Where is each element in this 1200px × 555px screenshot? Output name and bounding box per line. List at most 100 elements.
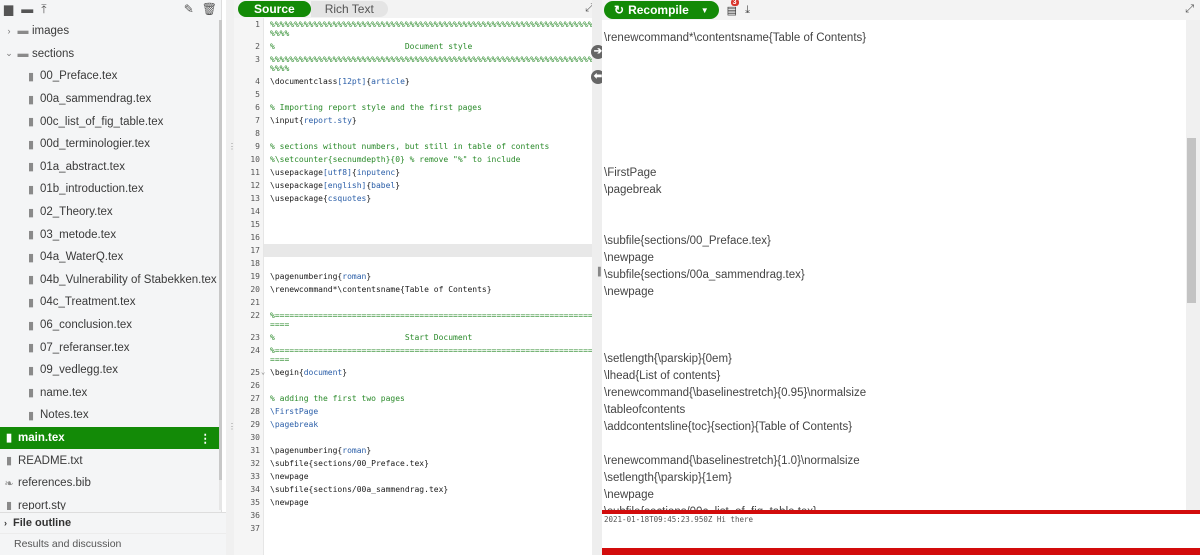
code-area[interactable]: 1%%%%%%%%%%%%%%%%%%%%%%%%%%%%%%%%%%%%%%%… [234,18,592,555]
file-tree-item[interactable]: ▮ 00_Preface.tex [0,65,219,88]
line-number: 21 [250,298,260,307]
file-tree-item[interactable]: ▮ README.txt [0,449,219,472]
file-icon: ▮ [5,432,13,445]
file-tree-list: › ▬ images ⌄ ▬ sections ▮ 00_Preface.tex ▮ 00a_sa… [0,20,219,510]
line-number: 22 [250,311,260,320]
bib-file-icon: ❧ [4,477,14,490]
code-token: } [366,194,372,203]
file-icon: ▮ [27,387,35,400]
file-tree-item[interactable]: ▮ name.tex [0,382,219,405]
logs-icon: ▤ [726,4,738,17]
tree-editor-splitter[interactable]: ⋮ ⋮ [226,0,236,555]
code-token: \begin{ [270,368,304,377]
code-token: article [371,77,405,86]
line-number: 4 [255,77,260,86]
file-name: references.bib [18,477,91,490]
preview-scrollbar[interactable] [1186,20,1200,510]
preview-text-line: \setlength{\parskip}{1em} [604,472,732,484]
code-token: % sections without numbers, but still in… [270,142,550,151]
file-name: 01a_abstract.tex [40,160,126,173]
file-tree-item[interactable]: ▮ 09_vedlegg.tex [0,359,219,382]
upload-icon[interactable]: ⤒ [41,3,46,15]
code-token: \FirstPage [270,407,319,416]
file-icon: ▮ [27,364,35,377]
line-number: 27 [250,394,260,403]
code-token: % adding the first two pages [270,394,405,403]
code-token: \subfile{sections/00_Preface.tex} [270,459,429,468]
file-tree-item[interactable]: ▮ Notes.tex [0,404,219,427]
file-tree-item[interactable]: ▮ 02_Theory.tex [0,201,219,224]
file-tree-item[interactable]: › ▬ images [0,20,219,43]
line-number: 18 [250,259,260,268]
chevron-right-icon[interactable]: › [2,26,16,36]
code-line: \subfile{sections/00_Preface.tex} [270,459,429,468]
line-number: 37 [250,524,260,533]
code-token: } [404,77,410,86]
code-token: \subfile{sections/00a_sammendrag.tex} [270,485,449,494]
preview-text-line: \renewcommand{\baselinestretch}{0.95}\no… [604,387,867,399]
outline-item[interactable]: Results and discussion [0,533,230,551]
file-name: 01b_introduction.tex [40,183,144,196]
logs-button[interactable]: ▤ 3 [726,0,739,17]
file-tree-item[interactable]: ▮ 06_conclusion.tex [0,314,219,337]
file-name: 07_referanser.tex [40,341,130,354]
file-tree-item[interactable]: ▮ 00d_terminologier.tex [0,133,219,156]
code-token: %%%%%%%%%%%%%%%%%%%%%%%%%%%%%%%%%%%%%%%%… [270,20,592,29]
file-tree-item[interactable]: ▮ 04a_WaterQ.tex [0,246,219,269]
file-tree-item[interactable]: ▮ 04c_Treatment.tex [0,291,219,314]
chevron-right-icon: › [4,518,7,528]
code-token: \documentclass [270,77,338,86]
preview-text-line: \addcontentsline{toc}{section}{Table of … [604,421,853,433]
folder-icon: ▬ [17,25,29,38]
code-line: % adding the first two pages [270,394,405,403]
code-line: \pagebreak [270,420,318,429]
new-folder-icon[interactable]: ▬ [21,3,33,15]
file-tree-item[interactable]: ▮ report.sty [0,494,219,510]
new-file-icon[interactable]: ▆ [4,3,13,15]
file-tree-item[interactable]: ▮ 00a_sammendrag.tex [0,88,219,111]
code-line: %\setcounter{secnumdepth}{0} % remove "%… [270,155,520,164]
line-number: 14 [250,207,260,216]
line-number: 20 [250,285,260,294]
pdf-viewer[interactable]: \renewcommand*\contentsname{Table of Con… [602,20,1192,510]
code-token: % Start Document [270,333,473,342]
code-token: %=======================================… [270,346,592,355]
file-tree-item[interactable]: ▮ 01a_abstract.tex [0,156,219,179]
file-tree-item[interactable]: ▮ main.tex ⋮ [0,426,219,450]
file-tree-item[interactable]: ▮ 04b_Vulnerability of Stabekken.tex [0,269,219,292]
more-options-icon[interactable]: ⋮ [200,431,212,445]
line-number: 28 [250,407,260,416]
tab-rich-text[interactable]: Rich Text [310,1,388,17]
expand-icon[interactable]: ⤢ [1185,3,1194,16]
chevron-down-icon[interactable]: ▼ [701,6,709,15]
file-tree-item[interactable]: ▮ 00c_list_of_fig_table.tex [0,110,219,133]
file-tree-item[interactable]: ▮ 07_referanser.tex [0,336,219,359]
fold-icon[interactable]: ⌄ [261,368,265,376]
file-tree-item[interactable]: ▮ 01b_introduction.tex [0,178,219,201]
code-token: roman [342,446,367,455]
line-number: 31 [250,446,260,455]
file-icon: ▮ [27,206,35,219]
file-tree-item[interactable]: ❧ references.bib [0,472,219,495]
file-tree-scrollbar[interactable] [219,20,222,510]
download-icon[interactable]: ⤓ [745,4,750,17]
delete-icon[interactable]: 🗑 [202,3,217,15]
line-number: 3 [255,55,260,64]
code-line: \pagenumbering{roman} [270,446,371,455]
chevron-down-icon[interactable]: ⌄ [2,48,16,59]
code-line-wrap: %%%% [270,64,289,73]
file-outline-header[interactable]: › File outline [0,513,230,533]
tab-source[interactable]: Source [238,1,311,17]
code-token: %%%% [270,29,290,38]
recompile-button[interactable]: ↻ Recompile ▼ [604,1,719,19]
drag-handle-icon: ⋮ [228,422,236,431]
file-tree-item[interactable]: ⌄ ▬ sections [0,43,219,66]
code-line: \subfile{sections/00a_sammendrag.tex} [270,485,448,494]
file-tree-item[interactable]: ▮ 03_metode.tex [0,223,219,246]
line-number: 32 [250,459,260,468]
rename-icon[interactable]: ✎ [184,3,194,15]
code-token: roman [342,272,367,281]
file-name: 04a_WaterQ.tex [40,251,124,264]
line-number: 1 [255,20,260,29]
line-number: 26 [250,381,260,390]
